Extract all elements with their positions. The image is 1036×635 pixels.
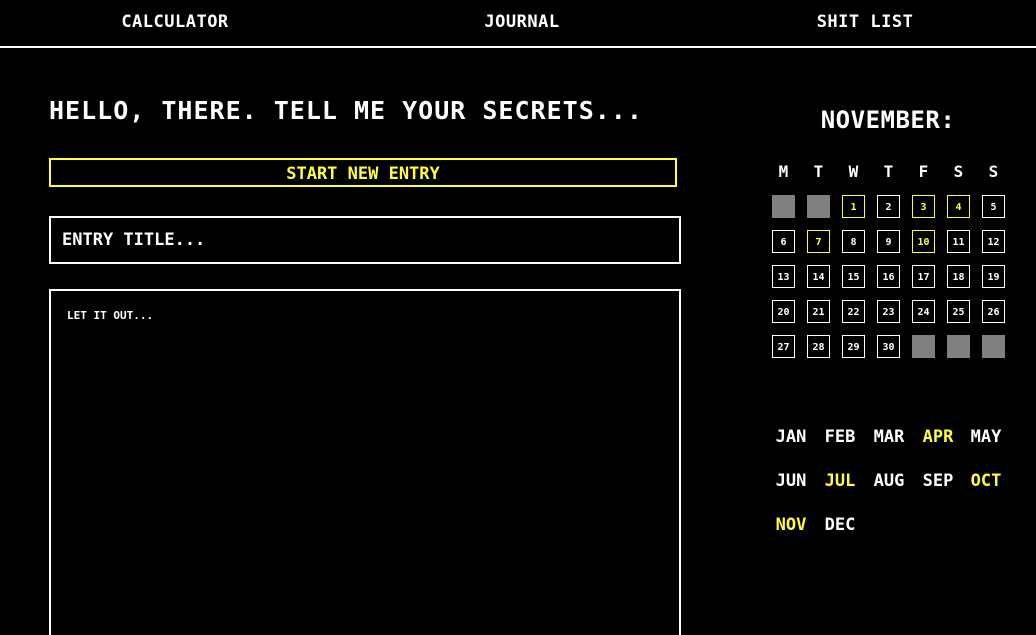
calendar-day[interactable]: 9 (877, 230, 900, 253)
weekday-label: W (848, 162, 859, 181)
month-button[interactable]: AUG (869, 471, 909, 491)
calendar-day[interactable]: 8 (842, 230, 865, 253)
calendar-empty-cell (947, 335, 970, 358)
calendar-empty-cell (982, 335, 1005, 358)
weekday-label: M (778, 162, 789, 181)
month-button[interactable]: NOV (771, 515, 811, 535)
calendar-day[interactable]: 30 (877, 335, 900, 358)
calendar-day[interactable]: 12 (982, 230, 1005, 253)
month-button[interactable]: SEP (918, 471, 958, 491)
weekday-label: T (883, 162, 894, 181)
month-button[interactable]: DEC (820, 515, 860, 535)
month-button[interactable]: JUN (771, 471, 811, 491)
month-button[interactable]: MAR (869, 427, 909, 447)
calendar-day[interactable]: 4 (947, 195, 970, 218)
calendar-day[interactable]: 16 (877, 265, 900, 288)
calendar-month-title: NOVEMBER: (820, 106, 956, 134)
calendar-day[interactable]: 23 (877, 300, 900, 323)
calendar-day[interactable]: 24 (912, 300, 935, 323)
top-nav: CALCULATOR JOURNAL SHIT LIST (0, 0, 1036, 48)
calendar-day[interactable]: 11 (947, 230, 970, 253)
calendar-day[interactable]: 25 (947, 300, 970, 323)
month-button[interactable]: JUL (820, 471, 860, 491)
nav-calculator[interactable]: CALCULATOR (121, 12, 228, 32)
month-button[interactable]: JAN (771, 427, 811, 447)
calendar-day[interactable]: 2 (877, 195, 900, 218)
calendar-day[interactable]: 6 (772, 230, 795, 253)
month-button[interactable]: APR (918, 427, 958, 447)
calendar-empty-cell (807, 195, 830, 218)
month-button[interactable]: FEB (820, 427, 860, 447)
calendar-day[interactable]: 3 (912, 195, 935, 218)
weekday-label: S (988, 162, 999, 181)
calendar-day[interactable]: 5 (982, 195, 1005, 218)
calendar-day[interactable]: 19 (982, 265, 1005, 288)
nav-journal[interactable]: JOURNAL (484, 12, 559, 32)
calendar-day[interactable]: 20 (772, 300, 795, 323)
calendar-day[interactable]: 21 (807, 300, 830, 323)
entry-title-input[interactable] (49, 216, 681, 264)
calendar-day[interactable]: 17 (912, 265, 935, 288)
weekday-label: T (813, 162, 824, 181)
weekday-label: F (918, 162, 929, 181)
calendar-day[interactable]: 28 (807, 335, 830, 358)
calendar-day[interactable]: 1 (842, 195, 865, 218)
nav-shit-list[interactable]: SHIT LIST (817, 12, 914, 32)
month-button[interactable]: MAY (966, 427, 1006, 447)
calendar-empty-cell (912, 335, 935, 358)
calendar-day[interactable]: 15 (842, 265, 865, 288)
calendar-day[interactable]: 29 (842, 335, 865, 358)
calendar-day[interactable]: 22 (842, 300, 865, 323)
calendar-day[interactable]: 26 (982, 300, 1005, 323)
calendar-day[interactable]: 7 (807, 230, 830, 253)
entry-body-textarea[interactable] (49, 289, 681, 635)
calendar-day[interactable]: 13 (772, 265, 795, 288)
month-button[interactable]: OCT (966, 471, 1006, 491)
calendar-day[interactable]: 18 (947, 265, 970, 288)
weekday-label: S (953, 162, 964, 181)
start-new-entry-button[interactable]: START NEW ENTRY (49, 158, 677, 187)
page-title: HELLO, THERE. TELL ME YOUR SECRETS... (49, 96, 643, 125)
calendar-day[interactable]: 14 (807, 265, 830, 288)
calendar-day[interactable]: 10 (912, 230, 935, 253)
calendar-day[interactable]: 27 (772, 335, 795, 358)
calendar-empty-cell (772, 195, 795, 218)
